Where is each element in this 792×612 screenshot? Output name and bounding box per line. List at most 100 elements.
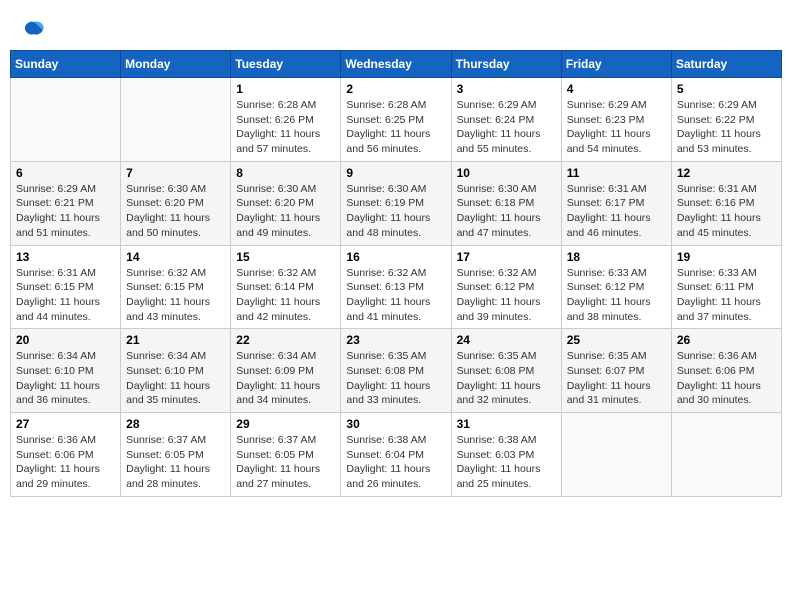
calendar-cell: 12 Sunrise: 6:31 AM Sunset: 6:16 PM Dayli… (671, 161, 781, 245)
week-row-4: 27 Sunrise: 6:36 AM Sunset: 6:06 PM Dayli… (11, 413, 782, 497)
calendar-cell: 31 Sunrise: 6:38 AM Sunset: 6:03 PM Dayli… (451, 413, 561, 497)
day-number: 1 (236, 82, 335, 96)
weekday-header-wednesday: Wednesday (341, 51, 451, 78)
day-info: Sunrise: 6:37 AM Sunset: 6:05 PM Dayligh… (236, 433, 335, 492)
day-number: 6 (16, 166, 115, 180)
weekday-header-sunday: Sunday (11, 51, 121, 78)
calendar-header-row: SundayMondayTuesdayWednesdayThursdayFrid… (11, 51, 782, 78)
day-info: Sunrise: 6:36 AM Sunset: 6:06 PM Dayligh… (677, 349, 776, 408)
day-number: 18 (567, 250, 666, 264)
calendar-cell: 11 Sunrise: 6:31 AM Sunset: 6:17 PM Dayli… (561, 161, 671, 245)
day-info: Sunrise: 6:30 AM Sunset: 6:20 PM Dayligh… (236, 182, 335, 241)
day-info: Sunrise: 6:38 AM Sunset: 6:03 PM Dayligh… (457, 433, 556, 492)
calendar-cell: 20 Sunrise: 6:34 AM Sunset: 6:10 PM Dayli… (11, 329, 121, 413)
calendar-cell: 22 Sunrise: 6:34 AM Sunset: 6:09 PM Dayli… (231, 329, 341, 413)
calendar-cell: 26 Sunrise: 6:36 AM Sunset: 6:06 PM Dayli… (671, 329, 781, 413)
week-row-0: 1 Sunrise: 6:28 AM Sunset: 6:26 PM Daylig… (11, 78, 782, 162)
day-info: Sunrise: 6:34 AM Sunset: 6:10 PM Dayligh… (16, 349, 115, 408)
calendar-cell (561, 413, 671, 497)
day-info: Sunrise: 6:31 AM Sunset: 6:15 PM Dayligh… (16, 266, 115, 325)
day-number: 14 (126, 250, 225, 264)
day-info: Sunrise: 6:36 AM Sunset: 6:06 PM Dayligh… (16, 433, 115, 492)
day-info: Sunrise: 6:33 AM Sunset: 6:12 PM Dayligh… (567, 266, 666, 325)
weekday-header-friday: Friday (561, 51, 671, 78)
day-info: Sunrise: 6:28 AM Sunset: 6:25 PM Dayligh… (346, 98, 445, 157)
calendar-cell: 28 Sunrise: 6:37 AM Sunset: 6:05 PM Dayli… (121, 413, 231, 497)
day-info: Sunrise: 6:28 AM Sunset: 6:26 PM Dayligh… (236, 98, 335, 157)
day-number: 21 (126, 333, 225, 347)
week-row-3: 20 Sunrise: 6:34 AM Sunset: 6:10 PM Dayli… (11, 329, 782, 413)
day-info: Sunrise: 6:31 AM Sunset: 6:16 PM Dayligh… (677, 182, 776, 241)
calendar-cell: 17Sunrise: 6:32 AM Sunset: 6:12 PM Dayli… (451, 245, 561, 329)
calendar-cell: 30 Sunrise: 6:38 AM Sunset: 6:04 PM Dayli… (341, 413, 451, 497)
calendar-cell: 14Sunrise: 6:32 AM Sunset: 6:15 PM Dayli… (121, 245, 231, 329)
day-number: 22 (236, 333, 335, 347)
calendar-cell: 6 Sunrise: 6:29 AM Sunset: 6:21 PM Daylig… (11, 161, 121, 245)
calendar-cell: 5Sunrise: 6:29 AM Sunset: 6:22 PM Daylig… (671, 78, 781, 162)
calendar-cell: 13 Sunrise: 6:31 AM Sunset: 6:15 PM Dayli… (11, 245, 121, 329)
day-number: 28 (126, 417, 225, 431)
calendar-cell: 2 Sunrise: 6:28 AM Sunset: 6:25 PM Daylig… (341, 78, 451, 162)
weekday-header-saturday: Saturday (671, 51, 781, 78)
day-number: 31 (457, 417, 556, 431)
day-number: 5 (677, 82, 776, 96)
weekday-header-thursday: Thursday (451, 51, 561, 78)
day-number: 20 (16, 333, 115, 347)
day-number: 2 (346, 82, 445, 96)
day-info: Sunrise: 6:33 AM Sunset: 6:11 PM Dayligh… (677, 266, 776, 325)
day-number: 10 (457, 166, 556, 180)
day-number: 4 (567, 82, 666, 96)
day-info: Sunrise: 6:32 AM Sunset: 6:13 PM Dayligh… (346, 266, 445, 325)
day-number: 27 (16, 417, 115, 431)
day-number: 19 (677, 250, 776, 264)
day-info: Sunrise: 6:38 AM Sunset: 6:04 PM Dayligh… (346, 433, 445, 492)
day-number: 25 (567, 333, 666, 347)
day-number: 30 (346, 417, 445, 431)
calendar-cell: 4 Sunrise: 6:29 AM Sunset: 6:23 PM Daylig… (561, 78, 671, 162)
day-info: Sunrise: 6:34 AM Sunset: 6:10 PM Dayligh… (126, 349, 225, 408)
day-number: 11 (567, 166, 666, 180)
calendar-cell (671, 413, 781, 497)
day-number: 3 (457, 82, 556, 96)
calendar-cell: 27 Sunrise: 6:36 AM Sunset: 6:06 PM Dayli… (11, 413, 121, 497)
day-info: Sunrise: 6:29 AM Sunset: 6:21 PM Dayligh… (16, 182, 115, 241)
calendar-cell: 25 Sunrise: 6:35 AM Sunset: 6:07 PM Dayli… (561, 329, 671, 413)
day-info: Sunrise: 6:29 AM Sunset: 6:24 PM Dayligh… (457, 98, 556, 157)
day-info: Sunrise: 6:32 AM Sunset: 6:14 PM Dayligh… (236, 266, 335, 325)
day-info: Sunrise: 6:32 AM Sunset: 6:12 PM Dayligh… (457, 266, 556, 325)
day-info: Sunrise: 6:30 AM Sunset: 6:20 PM Dayligh… (126, 182, 225, 241)
day-info: Sunrise: 6:30 AM Sunset: 6:18 PM Dayligh… (457, 182, 556, 241)
logo-bird-icon (22, 18, 46, 42)
week-row-2: 13 Sunrise: 6:31 AM Sunset: 6:15 PM Dayli… (11, 245, 782, 329)
day-info: Sunrise: 6:29 AM Sunset: 6:23 PM Dayligh… (567, 98, 666, 157)
day-number: 26 (677, 333, 776, 347)
day-info: Sunrise: 6:35 AM Sunset: 6:07 PM Dayligh… (567, 349, 666, 408)
day-info: Sunrise: 6:37 AM Sunset: 6:05 PM Dayligh… (126, 433, 225, 492)
day-info: Sunrise: 6:34 AM Sunset: 6:09 PM Dayligh… (236, 349, 335, 408)
day-number: 16 (346, 250, 445, 264)
calendar-cell: 15 Sunrise: 6:32 AM Sunset: 6:14 PM Dayli… (231, 245, 341, 329)
calendar-cell: 3 Sunrise: 6:29 AM Sunset: 6:24 PM Daylig… (451, 78, 561, 162)
calendar-cell (121, 78, 231, 162)
day-info: Sunrise: 6:31 AM Sunset: 6:17 PM Dayligh… (567, 182, 666, 241)
day-number: 29 (236, 417, 335, 431)
calendar-cell: 29 Sunrise: 6:37 AM Sunset: 6:05 PM Dayli… (231, 413, 341, 497)
weekday-header-monday: Monday (121, 51, 231, 78)
calendar-cell: 8Sunrise: 6:30 AM Sunset: 6:20 PM Daylig… (231, 161, 341, 245)
day-number: 12 (677, 166, 776, 180)
week-row-1: 6 Sunrise: 6:29 AM Sunset: 6:21 PM Daylig… (11, 161, 782, 245)
calendar-cell: 16 Sunrise: 6:32 AM Sunset: 6:13 PM Dayli… (341, 245, 451, 329)
calendar-cell: 24Sunrise: 6:35 AM Sunset: 6:08 PM Dayli… (451, 329, 561, 413)
calendar-cell: 18 Sunrise: 6:33 AM Sunset: 6:12 PM Dayli… (561, 245, 671, 329)
calendar-cell: 10 Sunrise: 6:30 AM Sunset: 6:18 PM Dayli… (451, 161, 561, 245)
day-number: 13 (16, 250, 115, 264)
day-number: 9 (346, 166, 445, 180)
calendar-cell: 1 Sunrise: 6:28 AM Sunset: 6:26 PM Daylig… (231, 78, 341, 162)
calendar-cell: 21 Sunrise: 6:34 AM Sunset: 6:10 PM Dayli… (121, 329, 231, 413)
day-info: Sunrise: 6:35 AM Sunset: 6:08 PM Dayligh… (346, 349, 445, 408)
day-number: 24 (457, 333, 556, 347)
weekday-header-tuesday: Tuesday (231, 51, 341, 78)
day-number: 7 (126, 166, 225, 180)
day-number: 15 (236, 250, 335, 264)
calendar-cell: 7 Sunrise: 6:30 AM Sunset: 6:20 PM Daylig… (121, 161, 231, 245)
